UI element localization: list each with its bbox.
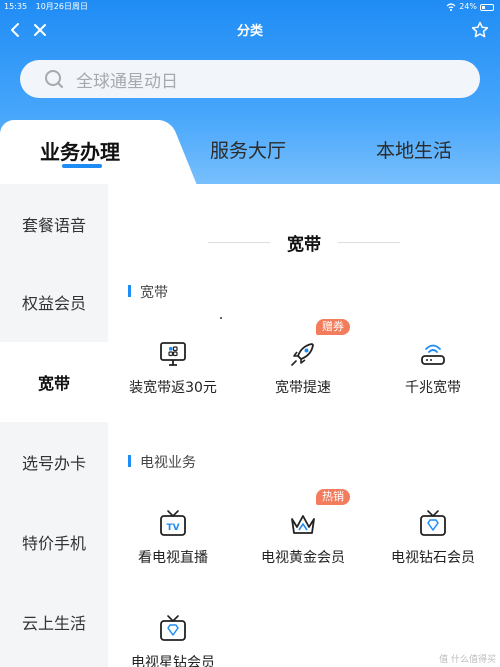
item-label: 装宽带返30元 — [129, 380, 217, 396]
router-icon — [421, 344, 445, 365]
status-date: 10月26日周日 — [35, 2, 88, 11]
wifi-icon — [446, 3, 456, 11]
tv-diamond-icon — [420, 510, 446, 536]
dot — [220, 317, 222, 319]
content-panel: 宽带 宽带 装宽带返30元 赠券 宽带提速 千兆宽带 电视业务 TV 看电视直播… — [108, 184, 500, 667]
item-tv-diamond[interactable]: 电视钻石会员 — [368, 509, 498, 579]
item-install-broadband[interactable]: 装宽带返30元 — [108, 339, 238, 409]
item-tv-star-diamond[interactable]: 电视星钻会员 — [108, 614, 238, 667]
crown-icon — [291, 515, 315, 534]
category-label-broadband: 宽带 — [128, 282, 168, 302]
search-input[interactable]: 全球通星动日 — [20, 60, 480, 98]
divider — [338, 242, 400, 243]
item-label: 千兆宽带 — [405, 380, 461, 396]
rocket-icon — [291, 343, 314, 366]
status-time: 15:35 — [4, 2, 28, 11]
status-bar: 15:35 10月26日周日 24% — [0, 0, 500, 14]
sidebar: 套餐语音 权益会员 宽带 选号办卡 特价手机 云上生活 — [0, 184, 108, 667]
sidebar-item-cloud-life[interactable]: 云上生活 — [0, 582, 108, 662]
search-placeholder: 全球通星动日 — [76, 71, 178, 92]
navbar: 分类 — [0, 14, 500, 46]
item-gigabit-broadband[interactable]: 千兆宽带 — [368, 339, 498, 409]
item-tv-live[interactable]: TV 看电视直播 — [108, 509, 238, 579]
tab-bar: 业务办理 服务大厅 本地生活 — [0, 120, 500, 196]
tv-diamond-icon — [160, 615, 186, 641]
category-label-tv: 电视业务 — [128, 452, 196, 472]
item-tv-gold[interactable]: 热销 电视黄金会员 — [238, 489, 368, 579]
svg-text:TV: TV — [166, 523, 179, 533]
tab-local-life[interactable]: 本地生活 — [376, 136, 452, 163]
item-label: 宽带提速 — [275, 380, 331, 396]
star-icon[interactable] — [468, 18, 492, 42]
page-title: 分类 — [236, 24, 263, 39]
sidebar-item-number-card[interactable]: 选号办卡 — [0, 422, 108, 502]
sidebar-item-broadband[interactable]: 宽带 — [0, 342, 108, 422]
sidebar-item-phones[interactable]: 特价手机 — [0, 502, 108, 582]
sidebar-item-membership[interactable]: 权益会员 — [0, 262, 108, 342]
battery-percent: 24% — [459, 2, 477, 11]
tab-service-hall[interactable]: 服务大厅 — [210, 136, 286, 163]
battery-icon — [480, 3, 494, 11]
badge: 热销 — [316, 489, 350, 505]
badge: 赠券 — [316, 319, 350, 335]
tv-icon: TV — [160, 510, 186, 536]
watermark: 值 什么值得买 — [439, 655, 496, 665]
item-speed-up[interactable]: 赠券 宽带提速 — [238, 319, 368, 409]
sidebar-item-plans[interactable]: 套餐语音 — [0, 184, 108, 264]
monitor-icon — [160, 342, 186, 366]
item-label: 电视黄金会员 — [261, 550, 345, 566]
item-label: 电视钻石会员 — [391, 550, 475, 566]
item-label: 看电视直播 — [138, 550, 208, 566]
search-icon — [45, 70, 63, 88]
item-label: 电视星钻会员 — [131, 655, 215, 667]
section-title: 宽带 — [287, 235, 321, 255]
tab-business[interactable]: 业务办理 — [40, 136, 120, 165]
tab-underline — [62, 164, 102, 168]
